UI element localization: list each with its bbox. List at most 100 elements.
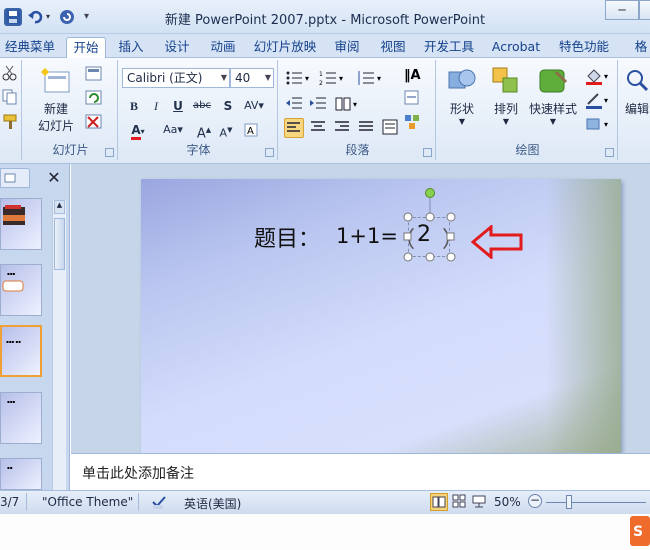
close-icon[interactable]: ✕ bbox=[44, 168, 64, 188]
window-title: 新建 PowerPoint 2007.pptx - Microsoft Powe… bbox=[164, 13, 486, 28]
drawing-launcher-icon[interactable] bbox=[605, 148, 614, 157]
slideshow-icon[interactable] bbox=[471, 493, 489, 511]
tab-classic-menu[interactable]: 经典菜单 bbox=[0, 37, 60, 58]
align-text-icon[interactable] bbox=[402, 88, 422, 108]
align-left-icon[interactable] bbox=[284, 118, 304, 138]
drawing-group-label: 绘图 bbox=[515, 143, 540, 157]
underline-icon[interactable]: U bbox=[168, 96, 188, 116]
zoom-slider-track[interactable] bbox=[546, 502, 646, 503]
tab-review[interactable]: 审阅 bbox=[328, 37, 366, 58]
text-direction-icon[interactable]: ‖A bbox=[402, 64, 422, 84]
bullets-icon[interactable]: ▾ bbox=[284, 68, 314, 88]
editing-button[interactable]: 编辑 bbox=[624, 66, 650, 117]
paragraph-launcher-icon[interactable] bbox=[423, 148, 432, 157]
scroll-thumb[interactable] bbox=[54, 218, 65, 270]
slides-launcher-icon[interactable] bbox=[105, 148, 114, 157]
slide-thumbnail[interactable]: ▪▪▪ bbox=[0, 264, 42, 316]
tab-format[interactable]: 格 bbox=[632, 37, 650, 58]
font-name-combo[interactable]: Calibri (正文) ▼ bbox=[122, 68, 230, 88]
shape-effects-icon[interactable]: ▾ bbox=[584, 114, 614, 134]
slide-thumbnail[interactable] bbox=[0, 198, 42, 250]
delete-icon[interactable] bbox=[84, 112, 104, 132]
minimize-button[interactable]: ─ bbox=[605, 0, 639, 20]
italic-icon[interactable]: I bbox=[146, 96, 166, 116]
notes-pane[interactable]: 单击此处添加备注 bbox=[71, 453, 650, 490]
chevron-down-icon: ▼ bbox=[502, 117, 510, 126]
justify-icon[interactable] bbox=[356, 118, 376, 138]
editing-label: 编辑 bbox=[624, 102, 649, 116]
shadow-icon[interactable]: S bbox=[218, 96, 238, 116]
convert-smartart-icon[interactable] bbox=[402, 112, 422, 132]
quick-styles-button[interactable]: 快速样式 ▼ bbox=[526, 66, 580, 126]
clear-format-icon[interactable]: A bbox=[242, 120, 262, 140]
slide-canvas[interactable]: 题目： 1+1= （ ） 2 bbox=[141, 179, 621, 453]
line-spacing-icon[interactable]: ▾ bbox=[356, 68, 386, 88]
slides-group: 新建 幻灯片 幻灯片 bbox=[24, 60, 118, 160]
arrange-icon bbox=[491, 66, 521, 96]
format-painter-icon[interactable] bbox=[0, 112, 20, 132]
chevron-down-icon: ▼ bbox=[220, 73, 227, 82]
change-case-icon[interactable]: Aa▾ bbox=[158, 120, 188, 140]
tab-home[interactable]: 开始 bbox=[66, 37, 106, 58]
slide-thumbnail[interactable]: ▪▪▪ bbox=[0, 392, 42, 444]
shapes-icon bbox=[447, 66, 477, 96]
tab-view[interactable]: 视图 bbox=[374, 37, 412, 58]
numbering-icon[interactable]: 1 2 ▾ bbox=[318, 68, 348, 88]
reset-icon[interactable] bbox=[84, 88, 104, 108]
svg-text:▾: ▾ bbox=[604, 96, 608, 105]
shapes-button[interactable]: 形状 ▼ bbox=[442, 66, 482, 126]
maximize-button[interactable] bbox=[639, 0, 650, 20]
bold-icon[interactable]: B bbox=[124, 96, 144, 116]
increase-indent-icon[interactable] bbox=[308, 94, 328, 114]
selection-handles[interactable] bbox=[399, 187, 459, 267]
tab-insert[interactable]: 插入 bbox=[112, 37, 150, 58]
shape-fill-icon[interactable]: ▾ bbox=[584, 66, 614, 86]
columns-icon[interactable]: ▾ bbox=[334, 94, 364, 114]
layout-icon[interactable] bbox=[84, 64, 104, 84]
status-divider bbox=[138, 493, 139, 511]
center-icon[interactable] bbox=[308, 118, 328, 138]
zoom-out-icon[interactable]: − bbox=[528, 494, 542, 508]
tab-slides[interactable] bbox=[0, 168, 30, 188]
copy-icon[interactable] bbox=[0, 88, 20, 108]
cut-icon[interactable] bbox=[0, 64, 20, 84]
slide-sorter-icon[interactable] bbox=[451, 493, 469, 511]
drawing-group: 形状 ▼ 排列 ▼ 快速样式 ▼ ▾ ▾ ▾ 绘图 bbox=[438, 60, 618, 160]
shape-outline-icon[interactable]: ▾ bbox=[584, 90, 614, 110]
clipboard-group bbox=[0, 60, 22, 160]
char-spacing-icon[interactable]: AV▾ bbox=[240, 96, 268, 116]
shrink-font-icon[interactable]: A▼ bbox=[216, 120, 236, 140]
tab-slideshow[interactable]: 幻灯片放映 bbox=[250, 37, 320, 58]
align-right-icon[interactable] bbox=[332, 118, 352, 138]
scroll-up-icon[interactable]: ▲ bbox=[54, 200, 65, 214]
slide-thumbnail-selected[interactable]: ▪▪▪ ▪▪ bbox=[0, 325, 42, 377]
zoom-slider-thumb[interactable] bbox=[566, 495, 572, 509]
quick-styles-label: 快速样式 bbox=[528, 102, 577, 116]
tab-design[interactable]: 设计 bbox=[158, 37, 196, 58]
font-color-icon[interactable]: A▾ bbox=[124, 120, 152, 140]
font-size-combo[interactable]: 40 ▼ bbox=[230, 68, 274, 88]
tab-animations[interactable]: 动画 bbox=[204, 37, 242, 58]
zoom-level[interactable]: 50% bbox=[494, 495, 521, 509]
slide-thumbnail[interactable]: ▪▪ bbox=[0, 458, 42, 490]
strikethrough-icon[interactable]: abc bbox=[192, 96, 212, 116]
font-launcher-icon[interactable] bbox=[265, 148, 274, 157]
grow-font-icon[interactable]: A▲ bbox=[194, 120, 214, 141]
panel-tab-header: ✕ bbox=[0, 166, 68, 188]
normal-view-icon[interactable] bbox=[430, 493, 448, 511]
distribute-icon[interactable] bbox=[380, 118, 400, 138]
tab-acrobat[interactable]: Acrobat bbox=[486, 37, 546, 58]
svg-text:2: 2 bbox=[319, 80, 323, 87]
spell-check-icon[interactable] bbox=[150, 493, 168, 514]
slides-panel-scrollbar[interactable]: ▲ bbox=[52, 200, 66, 490]
decrease-indent-icon[interactable] bbox=[284, 94, 304, 114]
svg-text:▾: ▾ bbox=[339, 74, 343, 83]
arrange-button[interactable]: 排列 ▼ bbox=[486, 66, 526, 126]
font-group-label: 字体 bbox=[186, 143, 211, 157]
slides-group-label: 幻灯片 bbox=[52, 143, 89, 157]
tab-features[interactable]: 特色功能 bbox=[552, 37, 616, 58]
tab-developer[interactable]: 开发工具 bbox=[418, 37, 480, 58]
window-bottom: S bbox=[0, 514, 650, 550]
new-slide-button[interactable]: 新建 幻灯片 bbox=[32, 66, 80, 134]
language[interactable]: 英语(美国) bbox=[184, 495, 241, 512]
